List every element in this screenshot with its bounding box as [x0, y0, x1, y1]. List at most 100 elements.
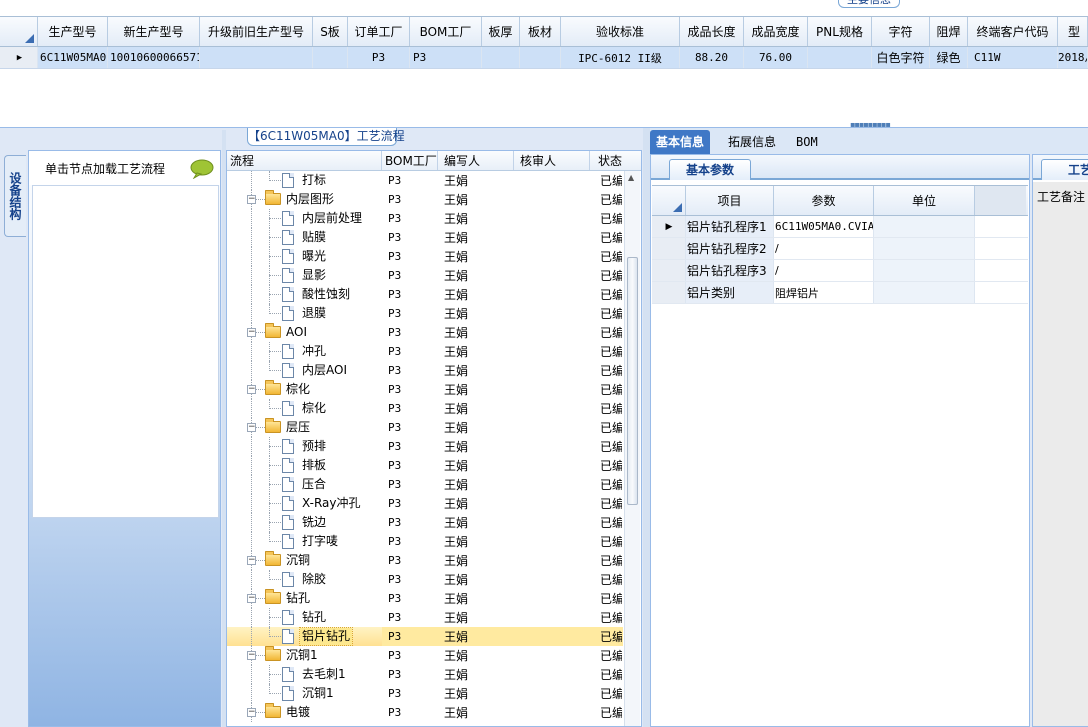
cell-status[interactable]: 已编写 — [590, 646, 623, 665]
tree-cell[interactable]: 内层前处理 — [227, 209, 382, 228]
cell-reviewer[interactable] — [514, 342, 590, 361]
tree-cell[interactable]: 钻孔 — [227, 608, 382, 627]
tree-row[interactable]: 棕化 P3王娟 已编写 — [227, 399, 623, 418]
cell-author[interactable]: 王娟 — [438, 323, 514, 342]
cell-author[interactable]: 王娟 — [438, 399, 514, 418]
col-header-order-factory[interactable]: 订单工厂 — [348, 17, 410, 46]
param-unit[interactable] — [874, 216, 975, 237]
tree-node-label[interactable]: 内层AOI — [300, 362, 349, 379]
row-selector-icon[interactable]: ▶ — [652, 216, 686, 237]
cell-bom-factory[interactable]: P3 — [382, 456, 438, 475]
collapse-toggle-icon[interactable]: − — [247, 195, 256, 204]
cell-old-model[interactable] — [200, 47, 313, 68]
cell-reviewer[interactable] — [514, 627, 590, 646]
cell-author[interactable]: 王娟 — [438, 532, 514, 551]
cell-bom-factory[interactable]: P3 — [382, 285, 438, 304]
cell-author[interactable]: 王娟 — [438, 703, 514, 722]
cell-status[interactable]: 已编写 — [590, 247, 623, 266]
tree-row[interactable]: 退膜 P3王娟 已编写 — [227, 304, 623, 323]
cell-author[interactable]: 王娟 — [438, 684, 514, 703]
row-selector-icon[interactable] — [652, 282, 686, 303]
cell-author[interactable]: 王娟 — [438, 209, 514, 228]
cell-bom-factory[interactable]: P3 — [382, 608, 438, 627]
tree-row[interactable]: 铝片钻孔 P3王娟 已编写 — [227, 627, 623, 646]
cell-status[interactable]: 已编写 — [590, 228, 623, 247]
cell-status[interactable]: 已编写 — [590, 608, 623, 627]
cell-reviewer[interactable] — [514, 513, 590, 532]
cell-status[interactable]: 已编写 — [590, 171, 623, 190]
tree-cell[interactable]: 打标 — [227, 171, 382, 190]
cell-author[interactable]: 王娟 — [438, 494, 514, 513]
cell-reviewer[interactable] — [514, 285, 590, 304]
cell-reviewer[interactable] — [514, 703, 590, 722]
cell-reviewer[interactable] — [514, 304, 590, 323]
cell-author[interactable]: 王娟 — [438, 589, 514, 608]
cell-reviewer[interactable] — [514, 494, 590, 513]
cell-bom-factory[interactable]: P3 — [382, 684, 438, 703]
cell-bom-factory[interactable]: P3 — [382, 209, 438, 228]
col-header-customer-code[interactable]: 终端客户代码 — [968, 17, 1058, 46]
cell-author[interactable]: 王娟 — [438, 608, 514, 627]
tree-cell[interactable]: − 沉铜 — [227, 551, 382, 570]
tree-cell[interactable]: − 层压 — [227, 418, 382, 437]
cell-status[interactable]: 已编写 — [590, 342, 623, 361]
col-header-pnl[interactable]: PNL规格 — [808, 17, 872, 46]
param-unit[interactable] — [874, 282, 975, 303]
tree-node-label[interactable]: 内层图形 — [284, 191, 336, 208]
col-header-value[interactable]: 参数 — [774, 186, 874, 215]
tree-cell[interactable]: − 沉铜1 — [227, 646, 382, 665]
tab-equipment-structure[interactable]: 设备结构 — [4, 155, 26, 237]
cell-author[interactable]: 王娟 — [438, 228, 514, 247]
tree-node-label[interactable]: 打标 — [300, 172, 328, 189]
col-header-bom-factory[interactable]: BOM工厂 — [410, 17, 482, 46]
param-unit[interactable] — [874, 238, 975, 259]
cell-reviewer[interactable] — [514, 551, 590, 570]
col-header-standard[interactable]: 验收标准 — [561, 17, 680, 46]
param-row[interactable]: 铝片钻孔程序2/ — [652, 238, 1028, 260]
tree-row[interactable]: 贴膜 P3王娟 已编写 — [227, 228, 623, 247]
col-header-width[interactable]: 成品宽度 — [744, 17, 808, 46]
tree-cell[interactable]: 曝光 — [227, 247, 382, 266]
cell-reviewer[interactable] — [514, 209, 590, 228]
cell-solder-mask[interactable]: 绿色 — [930, 47, 968, 68]
tree-row[interactable]: 打标 P3王娟 已编写 — [227, 171, 623, 190]
cell-bom-factory[interactable]: P3 — [382, 703, 438, 722]
cell-author[interactable]: 王娟 — [438, 266, 514, 285]
cell-prod-model[interactable]: 6C11W05MA0 — [38, 47, 108, 68]
cell-author[interactable]: 王娟 — [438, 513, 514, 532]
cell-author[interactable]: 王娟 — [438, 646, 514, 665]
cell-bom-factory[interactable]: P3 — [382, 627, 438, 646]
param-row[interactable]: 铝片类别 阻焊铝片 — [652, 282, 1028, 304]
cell-reviewer[interactable] — [514, 608, 590, 627]
cell-reviewer[interactable] — [514, 475, 590, 494]
cell-bom-factory[interactable]: P3 — [382, 171, 438, 190]
tree-node-label[interactable]: 沉铜1 — [284, 647, 320, 664]
tree-row[interactable]: 钻孔 P3王娟 已编写 — [227, 608, 623, 627]
cell-bom-factory[interactable]: P3 — [382, 399, 438, 418]
tree-row[interactable]: − AOI P3王娟 已编写 — [227, 323, 623, 342]
tree-node-label[interactable]: 棕化 — [300, 400, 328, 417]
cell-status[interactable]: 已编写 — [590, 494, 623, 513]
tree-cell[interactable]: 冲孔 — [227, 342, 382, 361]
tree-cell[interactable]: 压合 — [227, 475, 382, 494]
cell-bom-factory[interactable]: P3 — [382, 380, 438, 399]
cell-author[interactable]: 王娟 — [438, 551, 514, 570]
cell-length[interactable]: 88.20 — [680, 47, 744, 68]
tree-cell[interactable]: 棕化 — [227, 399, 382, 418]
col-header-flow[interactable]: 流程 — [227, 151, 382, 170]
row-selector-icon[interactable]: ▶ — [0, 47, 38, 68]
col-header-bom-factory[interactable]: BOM工厂 — [382, 151, 438, 170]
cell-status[interactable]: 已编写 — [590, 665, 623, 684]
cell-status[interactable]: 已编写 — [590, 570, 623, 589]
cell-author[interactable]: 王娟 — [438, 665, 514, 684]
collapse-toggle-icon[interactable]: − — [247, 651, 256, 660]
col-header-type[interactable]: 型 — [1058, 17, 1088, 46]
cell-status[interactable]: 已编写 — [590, 418, 623, 437]
cell-bom-factory[interactable]: P3 — [382, 228, 438, 247]
cell-bom-factory[interactable]: P3 — [410, 47, 482, 68]
col-header-new-model[interactable]: 新生产型号 — [108, 17, 200, 46]
cell-reviewer[interactable] — [514, 323, 590, 342]
tree-cell[interactable]: 预排 — [227, 437, 382, 456]
tree-row[interactable]: 打字唛 P3王娟 已编写 — [227, 532, 623, 551]
cell-author[interactable]: 王娟 — [438, 285, 514, 304]
